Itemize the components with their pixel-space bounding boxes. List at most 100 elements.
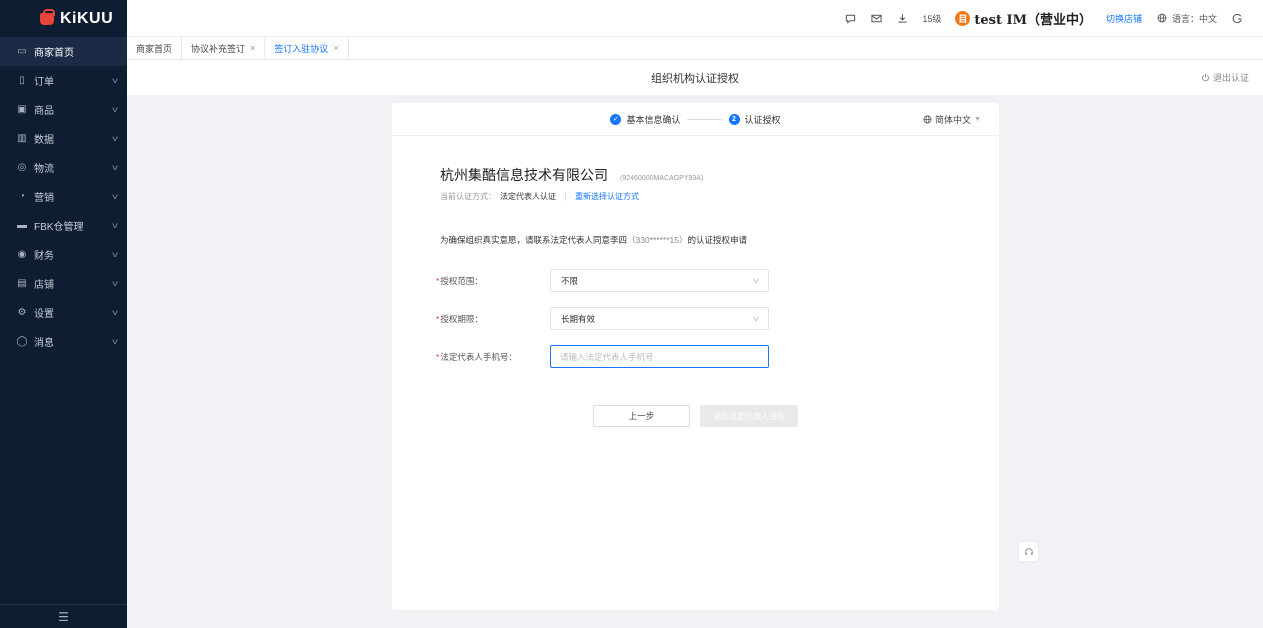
tab[interactable]: 协议补充签订 ×	[182, 37, 266, 59]
auth-scope-value: 不限	[561, 275, 579, 286]
close-icon[interactable]: ×	[250, 43, 255, 53]
product-icon: ▣	[17, 104, 27, 115]
language-value: 简体中文	[935, 115, 972, 125]
location-icon: ◎	[17, 162, 27, 173]
sidebar-item-label: 商品	[34, 106, 54, 117]
chat-icon[interactable]	[844, 12, 856, 24]
chevron-down-icon: v	[112, 221, 118, 230]
settings-icon: ⚙	[17, 307, 27, 318]
auth-method-row: 当前认证方式： 法定代表人认证 重新选择认证方式	[440, 191, 639, 202]
sidebar-collapse-button[interactable]: ☰	[0, 604, 127, 628]
sidebar-item[interactable]: ⚙ 设置 v	[0, 298, 127, 327]
company-info: 杭州集酷信息技术有限公司 (92460000MACAGPY93A)	[440, 165, 703, 185]
shop-name: test IM（营业中）	[974, 12, 1092, 28]
power-icon	[1202, 73, 1209, 82]
scope-label: *授权范围：	[436, 275, 550, 287]
required-mark: *	[436, 351, 440, 362]
previous-step-button[interactable]: 上一步	[593, 405, 690, 427]
marketing-icon: ◔	[18, 191, 26, 202]
sidebar-item[interactable]: ◉ 财务 v	[0, 240, 127, 269]
chevron-down-icon: v	[112, 279, 118, 288]
sidebar-item[interactable]: ▤ 店铺 v	[0, 269, 127, 298]
close-icon[interactable]: ×	[333, 43, 338, 53]
shop-info: 目 test IM（营业中）	[955, 9, 1092, 28]
sidebar-item[interactable]: ◔ 营销 v	[0, 182, 127, 211]
required-mark: *	[436, 275, 440, 286]
tab[interactable]: 商家首页	[127, 37, 183, 59]
logo-text: KiKUU	[60, 9, 114, 27]
sidebar-item-label: 设置	[34, 309, 54, 320]
period-label-text: 授权期限：	[440, 313, 483, 324]
sidebar-item[interactable]: ◎ 物流 v	[0, 153, 127, 182]
logout-icon[interactable]	[1231, 12, 1243, 24]
exit-auth-label: 退出认证	[1212, 73, 1249, 83]
masked-id: （330******15）	[627, 235, 688, 245]
auth-notice: 为确保组织真实意愿，请联系法定代表人同意李四（330******15）的认证授权…	[440, 234, 747, 246]
caret-down-icon: ▼	[974, 116, 981, 123]
sidebar-item[interactable]: ▥ 数据 v	[0, 124, 127, 153]
chevron-down-icon: v	[112, 76, 118, 85]
download-icon[interactable]	[896, 12, 908, 24]
chevron-down-icon: v	[112, 134, 118, 143]
auth-period-value: 长期有效	[561, 313, 596, 324]
sidebar-item[interactable]: ◯ 消息 v	[0, 327, 127, 356]
auth-period-select[interactable]: 长期有效 v	[550, 307, 769, 330]
check-icon: ✓	[610, 113, 622, 125]
language-label: 语言：中文	[1171, 13, 1217, 24]
sidebar-item[interactable]: ▬ FBK仓管理 v	[0, 211, 127, 240]
language-switcher[interactable]: 语言：中文	[1156, 12, 1217, 25]
sidebar-item[interactable]: ▣ 商品 v	[0, 95, 127, 124]
exit-auth-button[interactable]: 退出认证	[1201, 71, 1249, 84]
page-title: 组织机构认证授权	[651, 72, 739, 85]
chevron-down-icon: v	[112, 308, 118, 317]
reselect-auth-method-link[interactable]: 重新选择认证方式	[575, 191, 639, 202]
sidebar-item-label: FBK仓管理	[34, 222, 84, 233]
order-icon: ▯	[19, 75, 25, 86]
top-header: 15级 目 test IM（营业中） 切换店铺 语言：中文	[127, 0, 1263, 37]
step-label: 认证授权	[744, 114, 781, 125]
sidebar-item-label: 物流	[34, 164, 54, 175]
sidebar-item[interactable]: ▭ 商家首页	[0, 37, 127, 66]
step-number-badge: 2	[728, 113, 740, 125]
notice-suffix: 的认证授权申请	[687, 235, 748, 245]
chevron-down-icon: v	[753, 314, 759, 323]
period-label: *授权期限：	[436, 313, 550, 325]
page-tabs: 商家首页 协议补充签订 × 签订入驻协议 ×	[127, 37, 1263, 60]
phone-label-text: 法定代表人手机号：	[440, 351, 517, 362]
divider	[565, 192, 566, 201]
auth-method-value: 法定代表人认证	[500, 192, 556, 201]
globe-icon	[923, 115, 932, 124]
auth-method-label: 当前认证方式：	[440, 192, 496, 201]
company-credit-code: (92460000MACAGPY93A)	[620, 175, 704, 182]
customer-support-button[interactable]	[1019, 542, 1038, 561]
auth-scope-select[interactable]: 不限 v	[550, 269, 769, 292]
mail-icon[interactable]	[870, 12, 882, 24]
tab-label: 协议补充签订	[191, 43, 246, 54]
tab[interactable]: 签订入驻协议 ×	[265, 37, 349, 59]
notify-legal-rep-button[interactable]: 通知法定代表人授权	[700, 405, 798, 427]
sidebar-item-label: 营销	[34, 193, 54, 204]
headset-icon	[1024, 547, 1033, 555]
form-row-phone: *法定代表人手机号：	[436, 345, 769, 368]
app-logo[interactable]: KiKUU	[0, 0, 127, 37]
sidebar-item-label: 消息	[34, 338, 54, 349]
globe-icon	[1156, 12, 1168, 24]
sidebar-item-label: 商家首页	[34, 48, 74, 59]
phone-label: *法定代表人手机号：	[436, 351, 550, 363]
sidebar-item[interactable]: ▯ 订单 v	[0, 66, 127, 95]
legal-rep-phone-input[interactable]	[550, 345, 769, 368]
sidebar-item-label: 财务	[34, 251, 54, 262]
auth-card: ✓ 基本信息确认 2 认证授权 简体中文 ▼ 杭州集酷信息技术有限公司 (924…	[392, 103, 999, 610]
content-language-select[interactable]: 简体中文 ▼	[923, 113, 981, 126]
switch-shop-link[interactable]: 切换店铺	[1106, 12, 1142, 25]
sidebar-nav: ▭ 商家首页 ▯ 订单 v ▣ 商品 v ▥ 数据 v ◎ 物流 v ◔ 营销 v ▬ FBK仓管理 v ◉ 财务 v ▤ 店铺…	[0, 37, 127, 356]
sidebar-item-label: 订单	[34, 77, 54, 88]
message-icon: ◯	[16, 336, 28, 347]
menu-collapse-icon: ☰	[58, 609, 69, 624]
seller-level: 15级	[922, 13, 942, 24]
sidebar: KiKUU ▭ 商家首页 ▯ 订单 v ▣ 商品 v ▥ 数据 v ◎ 物流 v ◔ 营销 v ▬ FBK仓管理 v ◉…	[0, 0, 127, 628]
step-basic-info: ✓ 基本信息确认	[610, 113, 681, 126]
shop-avatar: 目	[955, 10, 971, 26]
chevron-down-icon: v	[112, 250, 118, 259]
monitor-icon: ▭	[17, 46, 27, 57]
